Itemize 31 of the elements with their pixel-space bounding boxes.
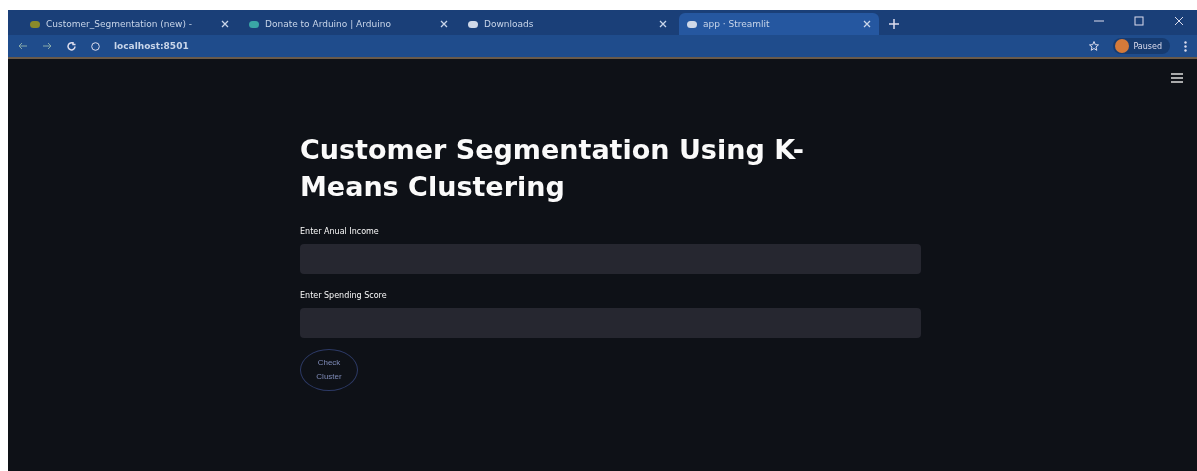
close-icon[interactable] [440,20,448,28]
favicon-icon [687,20,697,28]
close-icon[interactable] [1173,15,1185,27]
avatar-icon [1115,39,1130,53]
new-tab-icon[interactable] [889,19,899,29]
reload-icon[interactable] [66,40,77,52]
close-icon[interactable] [221,20,229,28]
forward-icon[interactable] [42,41,52,51]
favicon-icon [249,20,259,28]
browser-tab[interactable]: Customer_Segmentation (new) - [22,13,237,35]
star-icon[interactable] [1089,41,1100,51]
back-icon[interactable] [18,41,28,51]
more-icon[interactable] [1184,40,1187,52]
address-bar[interactable]: localhost:8501 [114,41,189,51]
check-cluster-button[interactable]: Check Cluster [300,349,358,391]
browser-tab[interactable]: app · Streamlit [679,13,879,35]
input-field[interactable] [300,308,921,338]
browser-tab[interactable]: Downloads [460,13,675,35]
restore-icon[interactable] [1133,15,1145,27]
menu-icon[interactable] [1171,73,1183,83]
favicon-icon [30,20,40,28]
favicon-icon [468,20,478,28]
close-icon[interactable] [659,20,667,28]
input-field[interactable] [300,244,921,274]
info-icon[interactable] [91,41,100,51]
field-label: Enter Spending Score [300,291,388,300]
close-icon[interactable] [863,20,871,28]
profile-button[interactable]: Paused [1113,38,1170,54]
page-title: Customer Segmentation Using K-Means Clustering [300,133,805,204]
browser-tab[interactable]: Donate to Arduino | Arduino [241,13,456,35]
field-label: Enter Anual Income [300,227,380,236]
